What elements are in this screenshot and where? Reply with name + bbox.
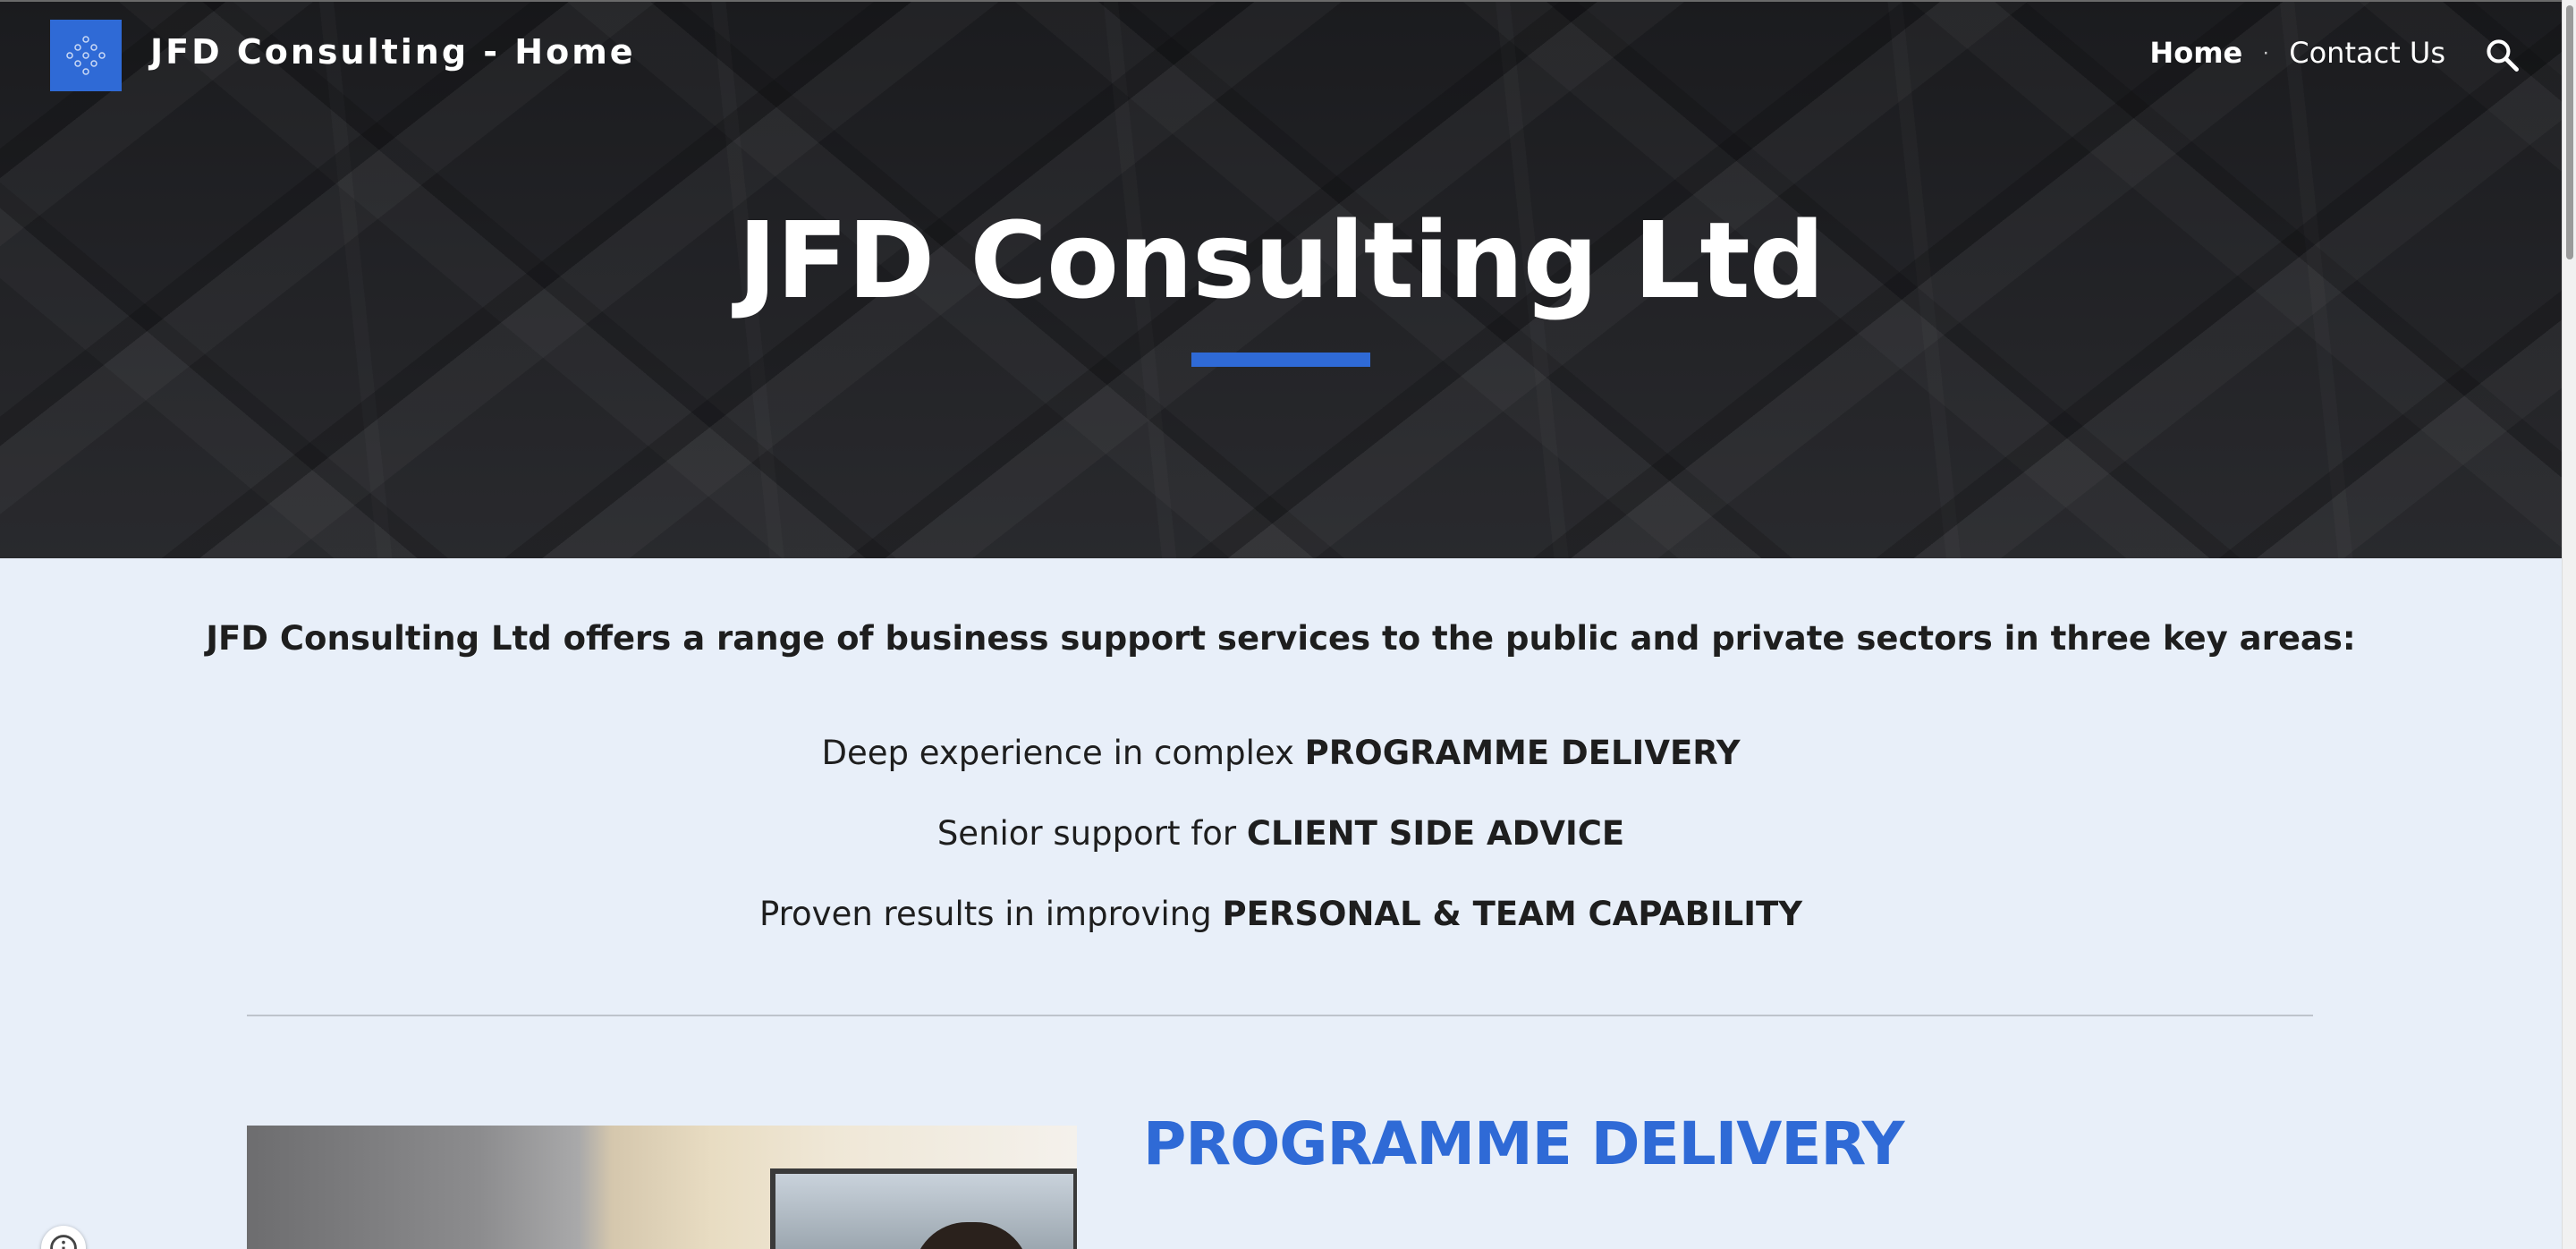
section-title: PROGRAMME DELIVERY <box>1143 1109 1904 1178</box>
main-nav: Home · Contact Us <box>2149 36 2445 70</box>
service-emphasis: CLIENT SIDE ADVICE <box>1246 814 1625 853</box>
service-line-client-side-advice: Senior support for CLIENT SIDE ADVICE <box>0 814 2562 853</box>
search-icon <box>2487 39 2519 72</box>
site-info-button[interactable] <box>41 1226 86 1249</box>
hero-banner: JFD Consulting - Home Home · Contact Us … <box>0 0 2562 558</box>
intro-text: JFD Consulting Ltd offers a range of bus… <box>206 619 2356 658</box>
nav-item-contact-us[interactable]: Contact Us <box>2289 36 2445 70</box>
site-title[interactable]: JFD Consulting - Home <box>150 32 636 72</box>
photo-window <box>770 1168 1077 1249</box>
nav-item-home[interactable]: Home <box>2149 36 2242 70</box>
info-icon <box>50 1235 77 1249</box>
site-logo[interactable] <box>50 20 122 91</box>
service-line-programme-delivery: Deep experience in complex PROGRAMME DEL… <box>0 734 2562 772</box>
diamond-dots-icon <box>66 36 106 75</box>
top-navigation-bar: JFD Consulting - Home Home · Contact Us <box>0 2 2562 109</box>
service-emphasis: PERSONAL & TEAM CAPABILITY <box>1222 895 1803 933</box>
programme-delivery-photo <box>247 1126 1077 1249</box>
service-prefix: Deep experience in complex <box>821 734 1305 772</box>
page-scrollbar[interactable] <box>2562 0 2576 1249</box>
scrollbar-thumb[interactable] <box>2566 5 2573 259</box>
search-button[interactable] <box>2483 36 2522 75</box>
page-title: JFD Consulting Ltd <box>737 199 1825 322</box>
title-underline <box>1191 353 1370 367</box>
service-prefix: Senior support for <box>936 814 1247 853</box>
service-prefix: Proven results in improving <box>758 895 1223 933</box>
service-line-capability: Proven results in improving PERSONAL & T… <box>0 895 2562 933</box>
service-emphasis: PROGRAMME DELIVERY <box>1304 734 1741 772</box>
nav-separator: · <box>2262 40 2270 64</box>
section-divider <box>247 1015 2313 1016</box>
